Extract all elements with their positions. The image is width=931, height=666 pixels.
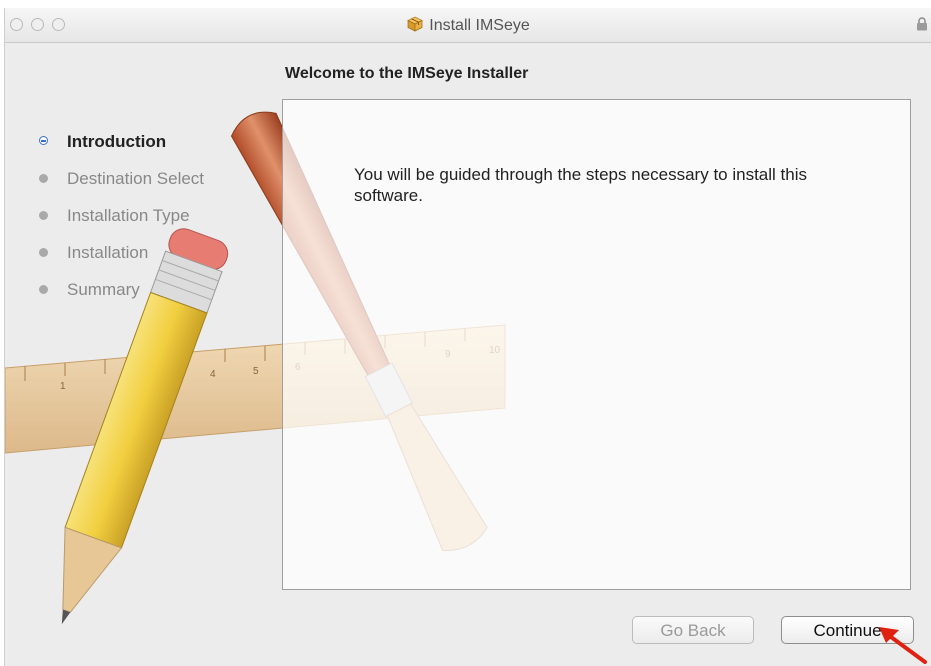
- window-title: Install IMSeye: [429, 17, 530, 34]
- svg-text:5: 5: [253, 366, 259, 377]
- svg-text:4: 4: [210, 369, 216, 380]
- red-arrow-annotation-icon: [879, 627, 927, 664]
- go-back-button[interactable]: Go Back: [632, 616, 754, 644]
- step-bullet-icon: [39, 248, 48, 257]
- installer-steps: Introduction Destination Select Installa…: [39, 132, 204, 317]
- step-label: Installation: [67, 243, 149, 262]
- content-panel: You will be guided through the steps nec…: [282, 99, 911, 590]
- current-step-icon: [39, 136, 48, 145]
- lock-icon: [916, 17, 928, 36]
- step-destination-select: Destination Select: [39, 169, 204, 206]
- window-title-container: Install IMSeye: [5, 16, 931, 37]
- step-bullet-icon: [39, 211, 48, 220]
- step-installation: Installation: [39, 243, 204, 280]
- step-bullet-icon: [39, 285, 48, 294]
- step-label: Summary: [67, 280, 140, 299]
- title-bar: Install IMSeye: [5, 8, 931, 43]
- step-label: Introduction: [67, 132, 167, 151]
- step-label: Destination Select: [67, 169, 205, 188]
- page-title: Welcome to the IMSeye Installer: [285, 65, 529, 82]
- step-label: Installation Type: [67, 206, 190, 225]
- step-summary: Summary: [39, 280, 204, 317]
- installer-window: Install IMSeye 1 4 5 Welcome to the IMSe…: [4, 8, 931, 666]
- step-installation-type: Installation Type: [39, 206, 204, 243]
- package-icon: [407, 16, 424, 37]
- svg-text:1: 1: [60, 381, 66, 392]
- step-introduction: Introduction: [39, 132, 204, 169]
- intro-message: You will be guided through the steps nec…: [354, 165, 807, 205]
- step-bullet-icon: [39, 174, 48, 183]
